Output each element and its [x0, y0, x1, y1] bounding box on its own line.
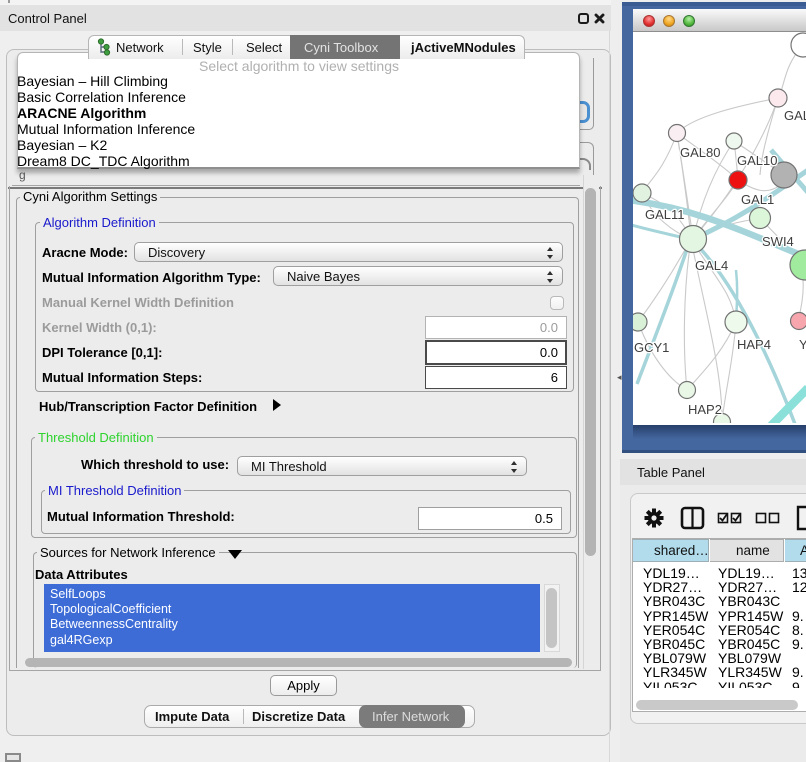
- svg-text:GAL4: GAL4: [695, 258, 728, 273]
- svg-text:SWI4: SWI4: [762, 234, 794, 249]
- svg-text:HAP4: HAP4: [737, 337, 771, 352]
- svg-text:Y: Y: [799, 337, 806, 352]
- svg-text:GCY1: GCY1: [634, 340, 669, 355]
- svg-text:GAL: GAL: [784, 108, 806, 123]
- svg-text:GAL1: GAL1: [741, 192, 774, 207]
- svg-text:GAL10: GAL10: [737, 153, 777, 168]
- svg-text:HAP2: HAP2: [688, 402, 722, 417]
- svg-text:GAL80: GAL80: [680, 145, 720, 160]
- svg-text:GAL11: GAL11: [645, 207, 685, 222]
